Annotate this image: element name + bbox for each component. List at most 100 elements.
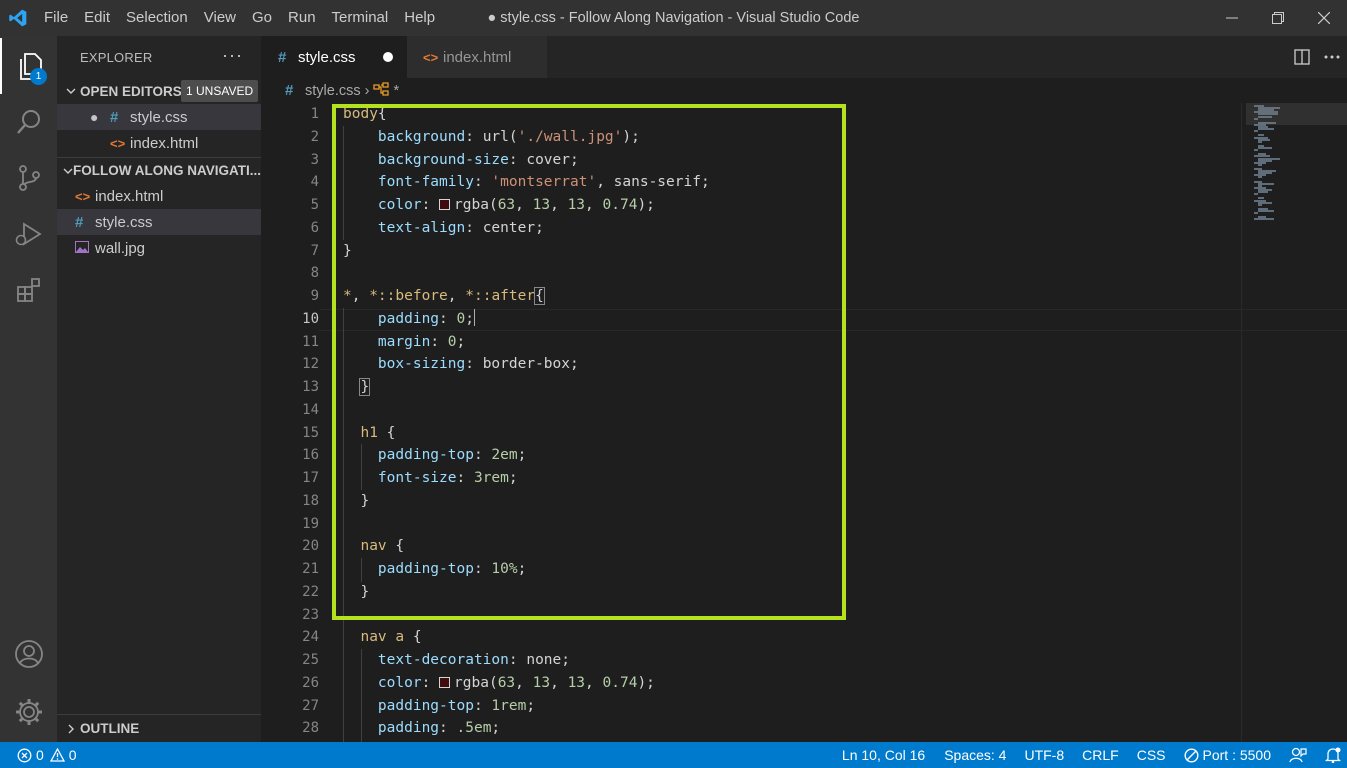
- file-label: style.css: [95, 213, 153, 231]
- explorer-badge: 1: [30, 68, 47, 85]
- feedback-button[interactable]: [1280, 742, 1316, 768]
- minimap[interactable]: [1246, 103, 1347, 742]
- search-activity[interactable]: [0, 94, 57, 150]
- language-mode[interactable]: CSS: [1128, 742, 1175, 768]
- code-line[interactable]: text-decoration: none;: [343, 649, 1243, 672]
- live-server-port[interactable]: Port : 5500: [1175, 742, 1281, 768]
- split-editor-button[interactable]: [1287, 36, 1317, 78]
- encoding[interactable]: UTF-8: [1015, 742, 1073, 768]
- open-editor-label: style.css: [130, 108, 188, 126]
- search-icon: [16, 110, 40, 134]
- line-number-active: 10: [302, 310, 319, 327]
- explorer-header: EXPLORER ···: [57, 36, 261, 78]
- tab-index-html[interactable]: <> index.html: [407, 36, 547, 78]
- outline-section[interactable]: OUTLINE: [57, 714, 261, 742]
- line-number: 23: [302, 606, 319, 623]
- line-number: 18: [302, 492, 319, 509]
- more-icon: [1324, 55, 1340, 59]
- menu-file[interactable]: File: [36, 0, 76, 36]
- more-actions-button[interactable]: ···: [222, 46, 243, 64]
- breadcrumb-symbol[interactable]: *: [393, 83, 399, 99]
- window-controls: [1209, 0, 1347, 36]
- line-number: 11: [302, 333, 319, 350]
- menu-help[interactable]: Help: [396, 0, 443, 36]
- editor-actions: [1287, 36, 1347, 78]
- chevron-down-icon: [62, 166, 73, 176]
- folder-label: FOLLOW ALONG NAVIGATI...: [73, 163, 261, 178]
- code-line[interactable]: nav a {: [343, 626, 1243, 649]
- source-control-activity[interactable]: [0, 150, 57, 206]
- line-number: 17: [302, 470, 319, 486]
- explorer-title: EXPLORER: [80, 49, 153, 65]
- tab-bar: # style.css <> index.html: [261, 36, 1347, 78]
- gear-icon: [15, 699, 42, 725]
- html-file-icon: <>: [110, 135, 126, 151]
- line-number: 28: [302, 720, 319, 737]
- tab-style-css[interactable]: # style.css: [261, 36, 407, 78]
- status-bar: 0 0 Ln 10, Col 16 Spaces: 4 UTF-8 CRLF C…: [0, 742, 1347, 768]
- outline-label: OUTLINE: [80, 721, 140, 736]
- code-editor[interactable]: 1 2 3 4 5 6 7 8 9 10 11 12 13 14 15 16 1…: [261, 103, 1347, 742]
- menu-run[interactable]: Run: [280, 0, 324, 36]
- code-token: text-decoration: [377, 652, 509, 668]
- restore-button[interactable]: [1255, 0, 1301, 36]
- unsaved-dot-icon[interactable]: ●: [90, 109, 110, 125]
- indentation[interactable]: Spaces: 4: [934, 742, 1015, 768]
- code-token: 0.74: [602, 674, 638, 691]
- problems-indicator[interactable]: 0 0: [17, 742, 81, 768]
- minimap-line: [1258, 163, 1262, 166]
- minimap-line: [1258, 203, 1262, 206]
- minimap-line: [1254, 130, 1258, 133]
- accounts-activity[interactable]: [0, 626, 57, 682]
- line-number: 5: [310, 197, 319, 213]
- editor-more-button[interactable]: [1317, 36, 1347, 78]
- file-wall-jpg[interactable]: wall.jpg: [57, 235, 261, 261]
- file-style-css[interactable]: # style.css: [57, 209, 261, 235]
- settings-activity[interactable]: [0, 684, 57, 740]
- menu-edit[interactable]: Edit: [76, 0, 118, 36]
- line-number: 20: [302, 538, 319, 555]
- code-token: );: [637, 674, 655, 691]
- explorer-activity[interactable]: 1: [0, 38, 57, 94]
- menu-selection[interactable]: Selection: [118, 0, 196, 36]
- html-file-icon: <>: [75, 188, 91, 204]
- code-line[interactable]: padding: .5em;: [343, 717, 1243, 740]
- run-debug-activity[interactable]: [0, 206, 57, 262]
- file-index-html[interactable]: <> index.html: [57, 183, 261, 209]
- color-swatch-icon[interactable]: [439, 676, 451, 688]
- code-token: nav a: [360, 629, 405, 646]
- cursor-position[interactable]: Ln 10, Col 16: [833, 742, 934, 768]
- minimap-line: [1258, 140, 1262, 143]
- breadcrumb-file[interactable]: style.css: [305, 83, 361, 99]
- extensions-activity[interactable]: [0, 262, 57, 318]
- unsaved-dot-icon[interactable]: [382, 52, 393, 62]
- minimap-slider[interactable]: [1246, 103, 1347, 125]
- menu-go[interactable]: Go: [244, 0, 280, 36]
- close-button[interactable]: [1301, 0, 1347, 36]
- notifications-button[interactable]: [1316, 742, 1347, 768]
- minimize-button[interactable]: [1209, 0, 1255, 36]
- open-editor-style-css[interactable]: ● # style.css: [57, 104, 261, 130]
- minimap-line: [1258, 176, 1262, 179]
- menu-terminal[interactable]: Terminal: [324, 0, 397, 36]
- menu-view[interactable]: View: [196, 0, 244, 36]
- open-editor-index-html[interactable]: <> index.html: [57, 130, 261, 156]
- open-editors-section[interactable]: OPEN EDITORS 1 UNSAVED: [57, 78, 261, 104]
- file-label: wall.jpg: [95, 239, 146, 257]
- code-token: rgba(: [454, 674, 498, 691]
- no-entry-icon: [1183, 747, 1199, 763]
- unsaved-badge: 1 UNSAVED: [181, 80, 259, 102]
- end-of-line[interactable]: CRLF: [1073, 742, 1128, 768]
- error-count: 0: [36, 747, 44, 763]
- line-number: 16: [302, 447, 319, 464]
- folder-section[interactable]: FOLLOW ALONG NAVIGATI...: [57, 157, 261, 183]
- minimap-line: [1254, 149, 1258, 152]
- code-line[interactable]: padding-top: 1rem;: [343, 695, 1243, 718]
- open-editor-label: index.html: [130, 134, 199, 152]
- code-line[interactable]: color: rgba(63, 13, 13, 0.74);: [343, 672, 1243, 695]
- code-token: 63: [497, 674, 516, 691]
